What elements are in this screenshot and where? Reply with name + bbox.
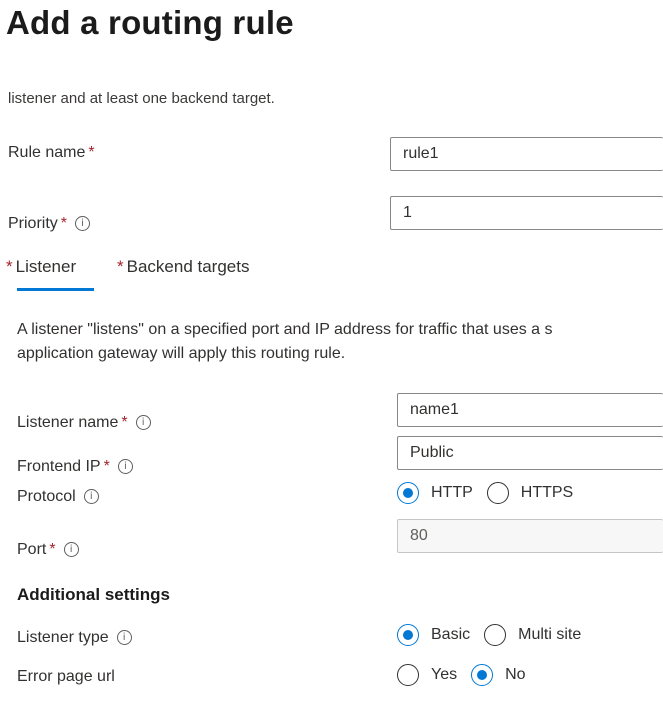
page-title: Add a routing rule — [6, 4, 294, 41]
rule-name-label: Rule name * — [8, 144, 95, 161]
protocol-http-radio[interactable]: HTTP — [397, 482, 473, 504]
listener-type-multisite-radio[interactable]: Multi site — [484, 624, 581, 646]
page-subtitle: listener and at least one backend target… — [8, 90, 275, 107]
additional-settings-heading: Additional settings — [17, 585, 170, 604]
priority-label: Priority * i — [8, 215, 91, 233]
tab-selected-indicator — [17, 288, 94, 291]
required-asterisk: * — [117, 257, 124, 276]
error-page-radio-group: Yes No — [397, 664, 540, 686]
required-asterisk: * — [60, 215, 68, 232]
port-label: Port * i — [17, 541, 79, 559]
info-icon[interactable]: i — [75, 216, 91, 232]
info-icon[interactable]: i — [116, 630, 132, 646]
listener-type-basic-radio[interactable]: Basic — [397, 624, 470, 646]
radio-checked-icon — [471, 664, 494, 686]
rule-name-input[interactable]: rule1 — [390, 137, 663, 171]
protocol-label: Protocol i — [17, 488, 99, 506]
info-icon[interactable]: i — [117, 459, 133, 475]
required-asterisk: * — [88, 144, 95, 161]
listener-type-radio-group: Basic Multi site — [397, 624, 595, 646]
info-icon[interactable]: i — [63, 542, 79, 558]
listener-name-input[interactable]: name1 — [397, 393, 663, 427]
frontend-ip-label: Frontend IP * i — [17, 458, 133, 476]
tab-backend-targets[interactable]: * Backend targets — [117, 257, 249, 277]
error-page-url-label: Error page url — [17, 668, 115, 685]
error-page-no-radio[interactable]: No — [471, 664, 526, 686]
tab-listener[interactable]: * Listener — [6, 257, 76, 277]
required-asterisk: * — [6, 257, 13, 276]
protocol-https-radio[interactable]: HTTPS — [486, 482, 573, 504]
required-asterisk: * — [121, 414, 128, 431]
info-icon[interactable]: i — [83, 489, 99, 505]
radio-checked-icon — [397, 624, 419, 646]
priority-input[interactable]: 1 — [390, 196, 663, 230]
frontend-ip-select[interactable]: Public — [397, 436, 663, 470]
required-asterisk: * — [103, 458, 110, 475]
listener-description: A listener "listens" on a specified port… — [17, 321, 553, 362]
error-page-yes-radio[interactable]: Yes — [397, 664, 457, 686]
info-icon[interactable]: i — [135, 415, 151, 431]
radio-checked-icon — [397, 482, 419, 504]
radio-unchecked-icon — [484, 624, 507, 646]
port-input[interactable]: 80 — [397, 519, 663, 553]
radio-unchecked-icon — [486, 482, 509, 504]
listener-name-label: Listener name * i — [17, 414, 151, 432]
protocol-radio-group: HTTP HTTPS — [397, 482, 587, 504]
required-asterisk: * — [49, 541, 56, 558]
listener-type-label: Listener type i — [17, 629, 132, 647]
radio-unchecked-icon — [397, 664, 419, 686]
